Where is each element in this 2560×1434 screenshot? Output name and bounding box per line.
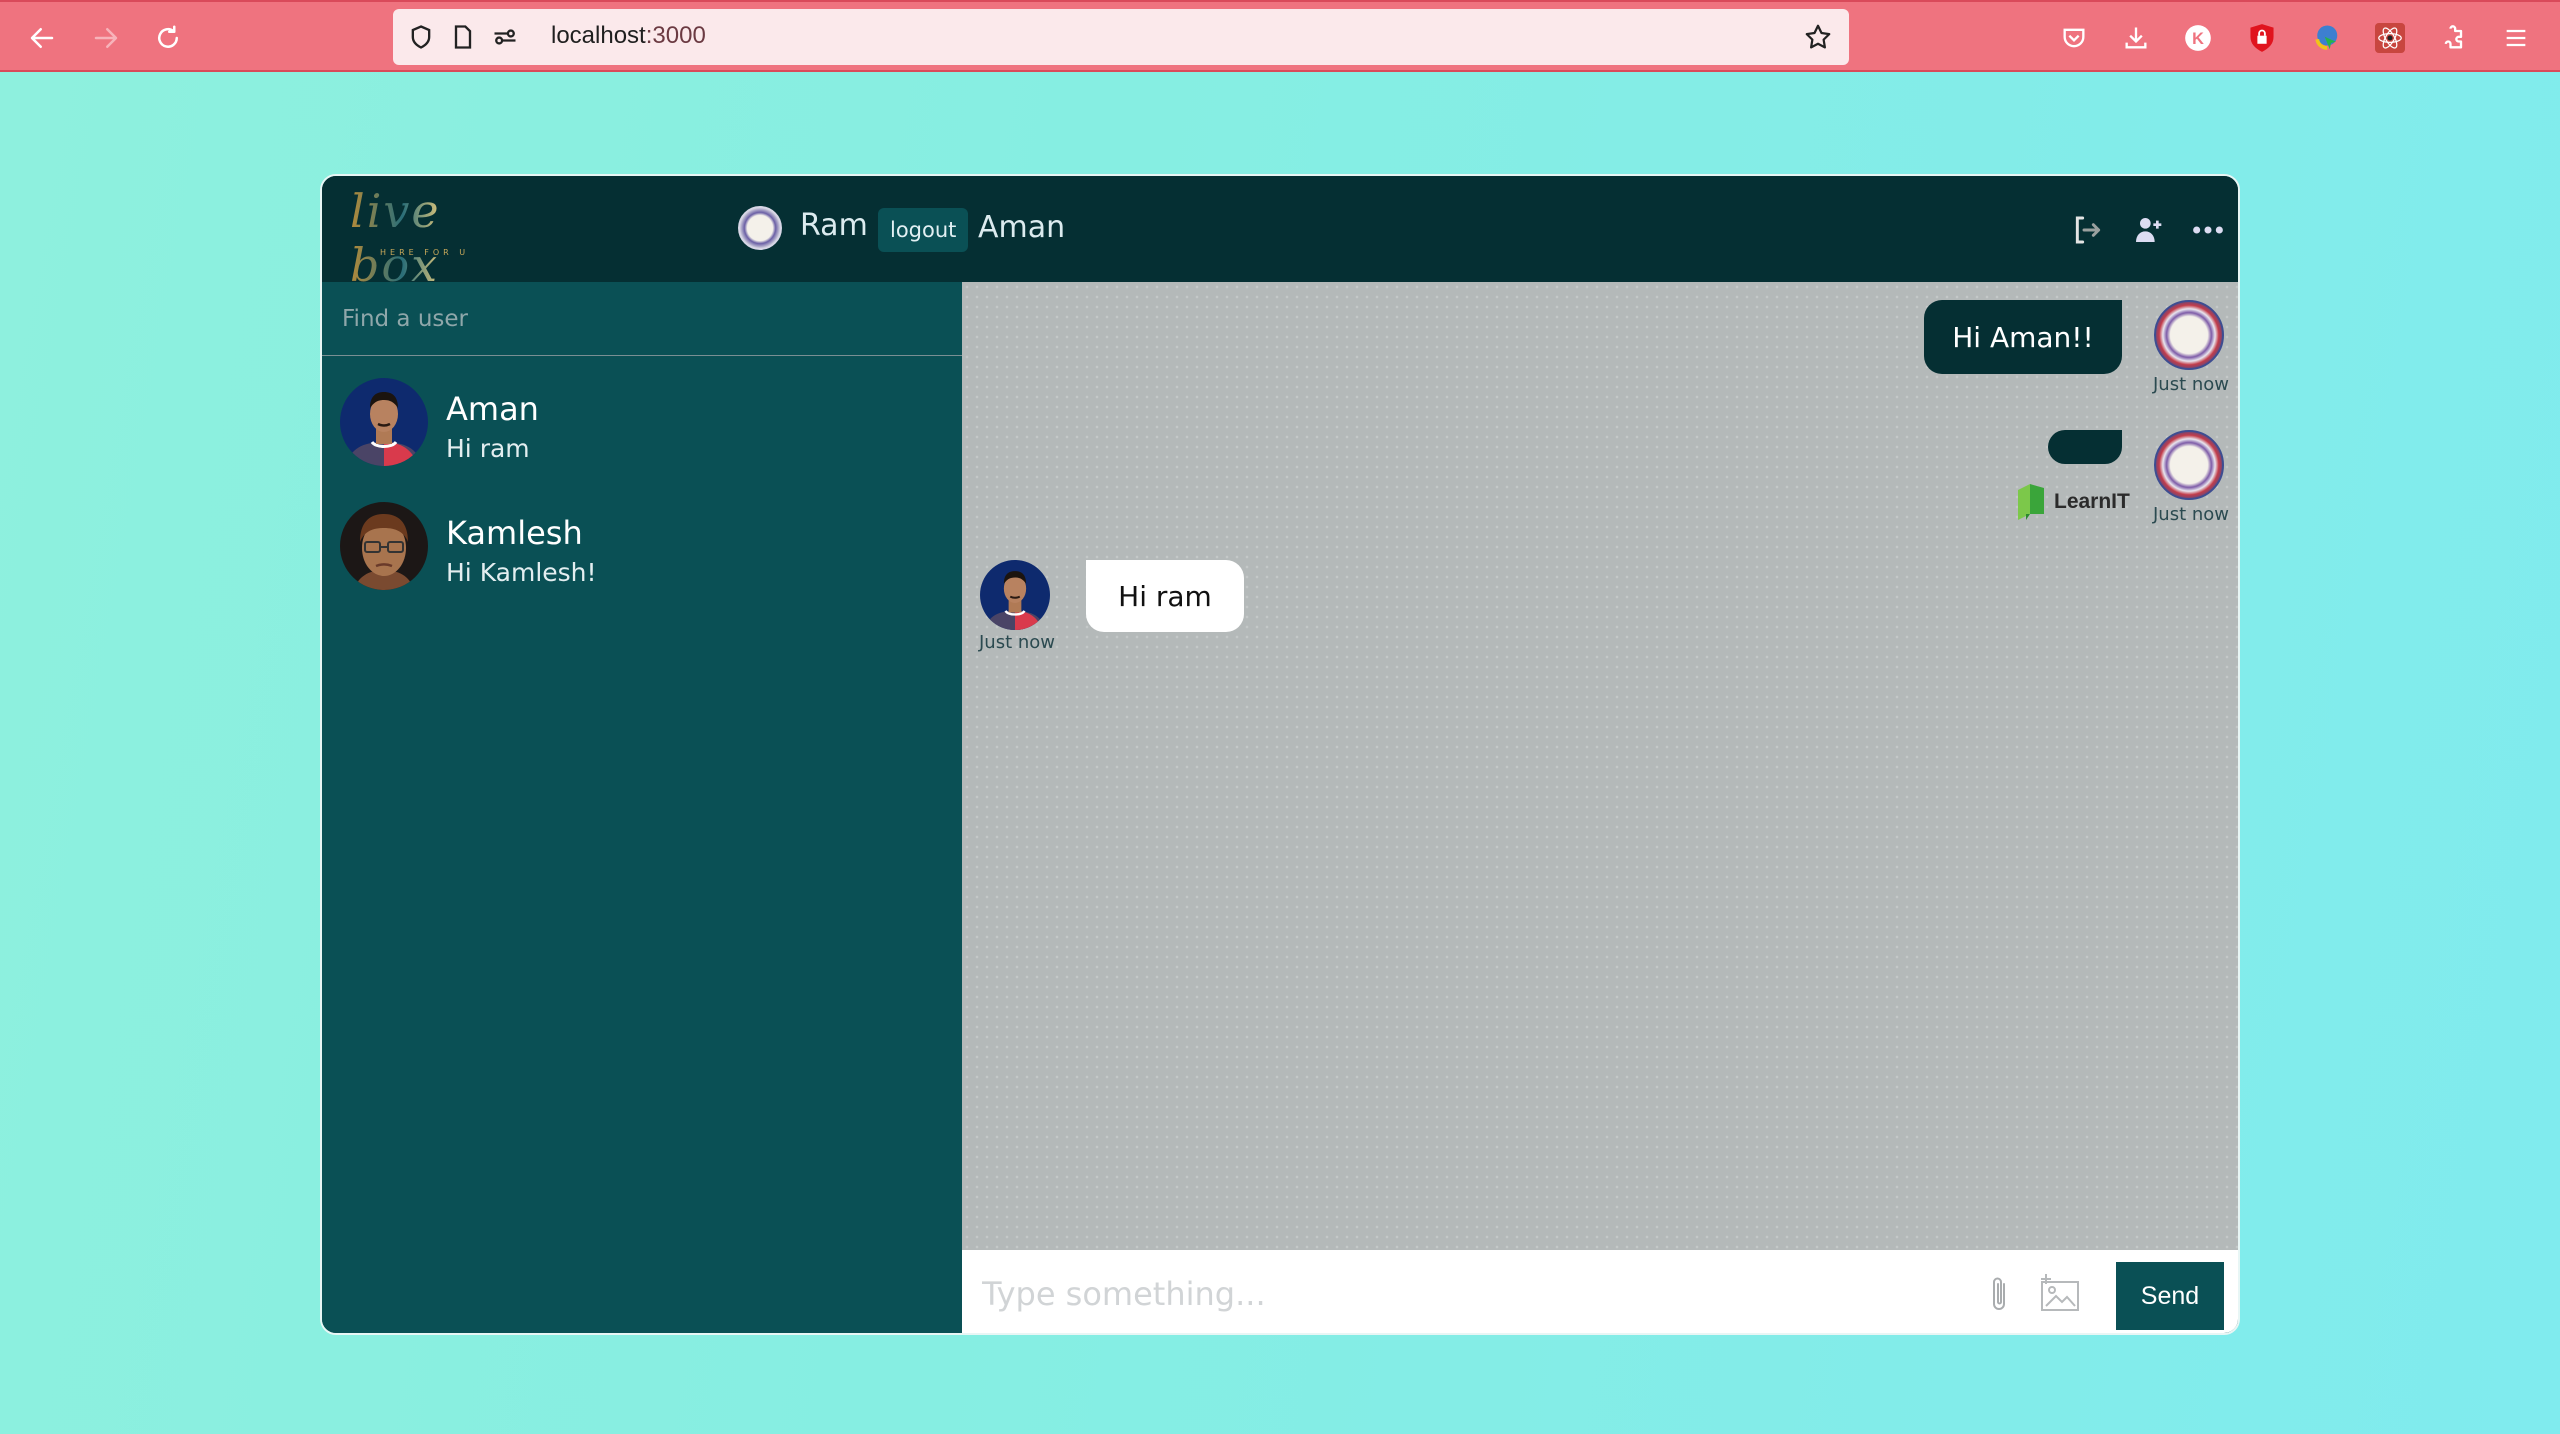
add-user-button[interactable] (2128, 210, 2168, 250)
current-user-avatar (738, 206, 782, 250)
logo: live box HERE FOR U (350, 184, 500, 292)
message-sender-avatar (2154, 430, 2224, 500)
browser-toolbar: localhost:3000 K (0, 0, 2560, 72)
forward-icon (94, 28, 118, 48)
user-avatar (340, 502, 428, 590)
reload-icon (158, 25, 178, 48)
message-sender-avatar (980, 560, 1050, 630)
more-options-button[interactable] (2188, 210, 2228, 250)
forward-button[interactable] (88, 20, 124, 56)
add-image-icon (2041, 1274, 2079, 1311)
user-last-message: Hi ram (446, 434, 530, 463)
message-image[interactable]: LearnIT (2016, 482, 2130, 522)
user-avatar (340, 378, 428, 466)
extensions-icon (2444, 25, 2463, 49)
kamlesh-avatar-image (340, 502, 428, 590)
message-sender-avatar (2154, 300, 2224, 370)
paperclip-icon (1993, 1277, 2005, 1310)
user-list-item-kamlesh[interactable]: Kamlesh Hi Kamlesh! (322, 492, 962, 612)
idm-extension-button[interactable] (2310, 22, 2342, 54)
downloads-icon (2125, 27, 2147, 49)
k-extension-button[interactable]: K (2182, 22, 2214, 54)
chat-app-window: live box HERE FOR U Ram logout Aman Find… (320, 174, 2240, 1335)
shield-icon[interactable] (407, 23, 435, 51)
sign-out-icon (2075, 216, 2101, 244)
url-bar[interactable]: localhost:3000 (393, 9, 1849, 65)
idm-extension-icon (2315, 25, 2338, 50)
logo-tagline: HERE FOR U (380, 248, 470, 257)
react-devtools-icon (2375, 23, 2405, 53)
reload-button[interactable] (150, 20, 186, 56)
message-input[interactable] (962, 1250, 1962, 1333)
user-name: Kamlesh (446, 514, 583, 552)
sidebar: Aman Hi ram Kamlesh Hi Kamlesh! (322, 282, 962, 1333)
add-image-button[interactable] (2036, 1270, 2084, 1318)
chat-messages: Hi Aman!! Just now LearnIT Just now Just… (962, 282, 2238, 1250)
chat-partner-name: Aman (978, 210, 1066, 245)
find-user-input[interactable] (322, 282, 962, 355)
message-time: Just now (979, 632, 1056, 653)
svg-text:K: K (2192, 30, 2204, 48)
more-options-icon (2193, 226, 2223, 234)
current-user-name: Ram (800, 208, 868, 243)
send-button[interactable]: Send (2116, 1262, 2224, 1330)
logo-text: live box (350, 184, 500, 292)
message-time: Just now (2153, 504, 2230, 525)
add-user-icon (2136, 218, 2162, 242)
lock-shield-extension-icon (2250, 24, 2274, 52)
pocket-icon (2063, 28, 2085, 48)
user-list-item-aman[interactable]: Aman Hi ram (322, 368, 962, 488)
pocket-button[interactable] (2058, 22, 2090, 54)
message-bubble-outgoing: Hi Aman!! (1924, 300, 2122, 374)
downloads-button[interactable] (2120, 22, 2152, 54)
url-host: localhost (551, 22, 646, 49)
back-icon (30, 28, 54, 48)
react-devtools-button[interactable] (2374, 22, 2406, 54)
logout-button[interactable]: logout (878, 208, 969, 252)
message-bubble-incoming: Hi ram (1086, 560, 1244, 632)
aman-avatar-image (340, 378, 428, 466)
page-icon[interactable] (449, 23, 477, 51)
attach-file-button[interactable] (1976, 1270, 2024, 1318)
site-settings-icon[interactable] (491, 23, 519, 51)
message-input-bar: Send (962, 1250, 2238, 1333)
app-menu-button[interactable] (2500, 22, 2532, 54)
app-header: live box HERE FOR U Ram logout Aman (322, 176, 2238, 292)
lock-shield-extension-button[interactable] (2246, 22, 2278, 54)
aman-avatar-image (980, 560, 1050, 630)
back-button[interactable] (24, 20, 60, 56)
bookmark-star-icon[interactable] (1803, 22, 1833, 52)
user-last-message: Hi Kamlesh! (446, 558, 597, 587)
sign-out-button[interactable] (2068, 210, 2108, 250)
extensions-button[interactable] (2438, 22, 2470, 54)
message-time: Just now (2153, 374, 2230, 395)
k-extension-icon: K (2185, 25, 2211, 51)
learnit-logo-icon (2018, 484, 2044, 520)
url-port: :3000 (645, 22, 706, 49)
user-name: Aman (446, 390, 539, 428)
message-bubble-outgoing-empty (2048, 430, 2122, 464)
learnit-label: LearnIT (2054, 490, 2130, 513)
url-text[interactable]: localhost:3000 (551, 22, 706, 50)
user-search (322, 282, 962, 356)
menu-icon (2506, 29, 2526, 47)
